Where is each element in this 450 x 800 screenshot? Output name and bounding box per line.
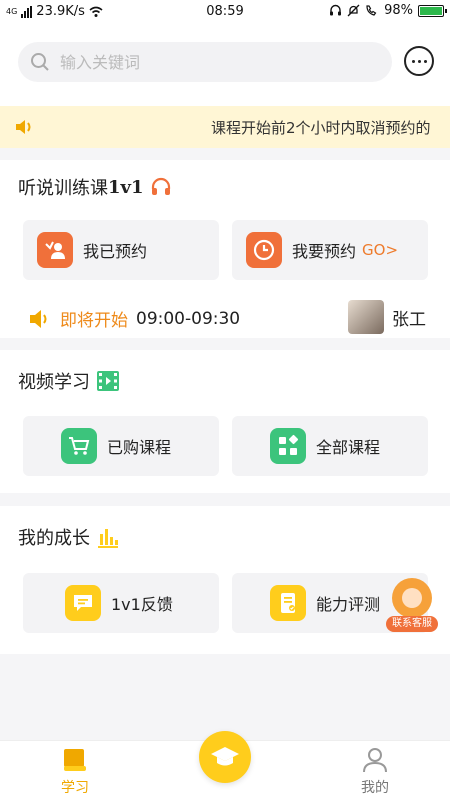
customer-service-button[interactable]: 联系客服	[386, 578, 438, 634]
cart-icon	[61, 428, 97, 464]
video-title: 视频学习	[18, 368, 120, 394]
listening-section: 听说训练课 1v1 我已预约 我要预约 GO> 即将开始 09:00-09:30 …	[0, 160, 450, 338]
grid-icon	[270, 428, 306, 464]
purchased-courses-button[interactable]: 已购课程	[23, 416, 219, 476]
customer-service-avatar	[392, 578, 432, 618]
tab-learn[interactable]: 学习	[35, 747, 115, 797]
all-courses-button[interactable]: 全部课程	[232, 416, 428, 476]
notice-bar[interactable]: 课程开始前2个小时内取消预约的	[0, 106, 450, 148]
customer-service-label: 联系客服	[386, 616, 438, 632]
video-section: 视频学习 已购课程 全部课程	[0, 350, 450, 493]
teacher-name: 张工	[392, 309, 426, 330]
bar-chart-icon	[98, 529, 118, 548]
search-input[interactable]	[60, 52, 360, 72]
growth-title: 我的成长	[18, 524, 120, 550]
tab-mine[interactable]: 我的	[335, 747, 415, 797]
teacher-info[interactable]: 张工	[348, 300, 426, 334]
battery-percent: 98%	[384, 3, 413, 18]
booked-label: 我已预约	[83, 242, 148, 261]
message-button[interactable]	[404, 46, 434, 76]
tab-learn-label: 学习	[61, 780, 89, 796]
call-icon	[366, 5, 377, 16]
growth-section: 我的成长 1v1反馈 能力评测	[0, 506, 450, 654]
book-now-button[interactable]: 我要预约 GO>	[232, 220, 428, 280]
notice-text: 课程开始前2个小时内取消预约的	[211, 119, 431, 137]
book-icon	[64, 749, 86, 771]
upcoming-class[interactable]: 即将开始 09:00-09:30	[28, 306, 240, 331]
listening-title: 听说训练课 1v1	[18, 174, 172, 200]
booked-icon	[37, 232, 73, 268]
mute-bell-icon	[347, 4, 360, 17]
search-bar[interactable]	[18, 42, 392, 82]
upcoming-tag: 即将开始	[60, 311, 128, 331]
speaker-icon	[30, 309, 47, 328]
search-icon	[31, 53, 49, 71]
clock-icon	[246, 232, 282, 268]
book-label: 我要预约	[292, 242, 357, 261]
user-icon	[363, 748, 387, 773]
upcoming-time: 09:00-09:30	[136, 308, 241, 329]
center-graduation-button[interactable]	[199, 731, 251, 783]
teacher-avatar	[348, 300, 384, 334]
purchased-label: 已购课程	[107, 438, 172, 457]
graduation-cap-icon	[211, 747, 239, 766]
feedback-button[interactable]: 1v1反馈	[23, 573, 219, 633]
search-header	[0, 26, 450, 106]
go-label: GO>	[362, 241, 399, 259]
tab-mine-label: 我的	[361, 780, 389, 796]
feedback-label: 1v1反馈	[111, 595, 173, 614]
headphones-icon	[151, 177, 170, 195]
status-bar: 4G 23.9K/s 08:59 98%	[0, 0, 450, 26]
speaker-icon	[16, 120, 31, 134]
headset-icon	[330, 4, 342, 16]
all-courses-label: 全部课程	[316, 438, 381, 457]
feedback-icon	[65, 585, 101, 621]
assessment-icon	[270, 585, 306, 621]
film-icon	[97, 371, 119, 391]
battery-icon	[418, 4, 447, 17]
booked-button[interactable]: 我已预约	[23, 220, 219, 280]
assessment-label: 能力评测	[316, 595, 381, 614]
